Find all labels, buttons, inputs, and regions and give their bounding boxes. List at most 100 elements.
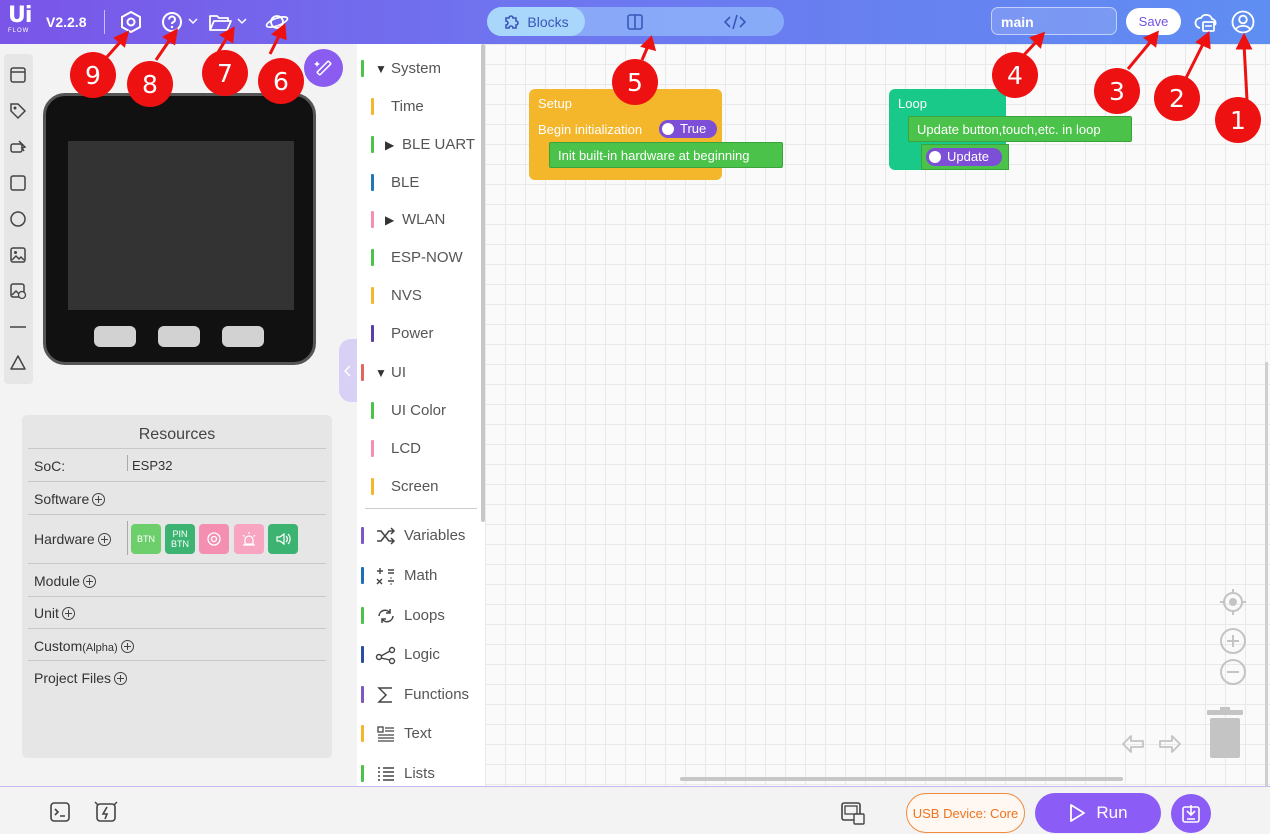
category-power[interactable]: Power	[361, 321, 481, 345]
annotation-6: 6	[258, 58, 304, 104]
add-icon[interactable]	[92, 493, 106, 506]
user-icon[interactable]	[1231, 10, 1255, 34]
workspace-horizontal-scrollbar[interactable]	[680, 777, 1123, 781]
category-lcd[interactable]: LCD	[361, 436, 481, 460]
mode-split-button[interactable]	[585, 7, 685, 36]
usb-device-button[interactable]: USB Device: Core	[906, 793, 1025, 833]
category-system[interactable]: ▼ System	[361, 56, 481, 80]
run-button[interactable]: Run	[1035, 793, 1161, 833]
category-wlan[interactable]: ▶ WLAN	[361, 207, 481, 231]
update-toggle[interactable]: Update	[926, 148, 1002, 166]
window-widget-icon[interactable]	[7, 64, 29, 86]
mode-code-button[interactable]	[685, 7, 784, 36]
zoom-in-icon[interactable]	[1219, 627, 1247, 655]
annotation-4: 4	[992, 52, 1038, 98]
device-screen-icon[interactable]	[840, 801, 866, 825]
folder-icon[interactable]	[208, 10, 232, 34]
update-loop-block[interactable]: Update button,touch,etc. in loop	[908, 116, 1132, 142]
expanded-triangle-icon: ▼	[375, 62, 387, 76]
download-to-device-button[interactable]	[1171, 794, 1211, 833]
cloud-device-icon[interactable]	[1194, 10, 1218, 34]
hardware-btn-chip[interactable]: BTN	[131, 524, 161, 554]
sigma-icon	[377, 687, 392, 703]
hardware-at-chip[interactable]	[199, 524, 229, 554]
category-logic[interactable]: Logic	[361, 642, 481, 666]
hardware-light-chip[interactable]	[234, 524, 264, 554]
play-icon	[1070, 804, 1086, 822]
settings-hex-icon[interactable]	[119, 10, 143, 34]
image-plus-widget-icon[interactable]	[7, 280, 29, 302]
category-variables[interactable]: Variables	[361, 523, 481, 547]
category-functions[interactable]: Functions	[361, 682, 481, 706]
help-icon[interactable]	[160, 10, 184, 34]
collapse-panel-handle[interactable]	[339, 339, 357, 402]
terminal-icon[interactable]	[49, 801, 71, 823]
hardware-pin-btn-chip[interactable]: PIN BTN	[165, 524, 195, 554]
category-text[interactable]: Text	[361, 721, 481, 745]
editor-mode-switch: Blocks	[487, 7, 784, 36]
image-widget-icon[interactable]	[7, 244, 29, 266]
category-ble-uart[interactable]: ▶ BLE UART	[361, 132, 481, 156]
category-time[interactable]: Time	[361, 94, 481, 118]
category-loops[interactable]: Loops	[361, 603, 481, 627]
category-lists[interactable]: Lists	[361, 761, 481, 785]
device-button-c[interactable]	[222, 326, 264, 347]
triangle-widget-icon[interactable]	[7, 352, 29, 374]
add-icon[interactable]	[61, 607, 75, 620]
hardware-speaker-chip[interactable]	[268, 524, 298, 554]
add-icon[interactable]	[82, 575, 96, 588]
project-files-row[interactable]: Project Files	[28, 660, 326, 692]
line-widget-icon[interactable]	[7, 316, 29, 338]
workspace-vertical-scrollbar[interactable]	[1265, 362, 1268, 786]
annotation-8: 8	[127, 61, 173, 107]
device-button-b[interactable]	[158, 326, 200, 347]
flash-device-icon[interactable]	[93, 799, 119, 825]
category-math[interactable]: Math	[361, 563, 481, 587]
device-screen[interactable]	[68, 141, 294, 310]
redo-icon[interactable]	[1156, 733, 1182, 757]
annotation-3: 3	[1094, 68, 1140, 114]
zoom-out-icon[interactable]	[1219, 658, 1247, 686]
software-row[interactable]: Software	[28, 481, 326, 514]
block-workspace[interactable]: Setup Begin initialization True Init bui…	[485, 44, 1270, 786]
update-toggle-block[interactable]: Update	[921, 144, 1009, 170]
setup-toggle[interactable]: True	[659, 120, 717, 138]
device-button-a[interactable]	[94, 326, 136, 347]
undo-icon[interactable]	[1121, 733, 1147, 757]
recenter-icon[interactable]	[1219, 588, 1247, 616]
widget-toolbar	[4, 54, 33, 384]
init-hardware-block[interactable]: Init built-in hardware at beginning	[549, 142, 783, 168]
mode-blocks-button[interactable]: Blocks	[487, 7, 585, 36]
category-screen[interactable]: Screen	[361, 474, 481, 498]
chevron-down-icon[interactable]	[188, 16, 198, 26]
category-nvs[interactable]: NVS	[361, 283, 481, 307]
unit-row[interactable]: Unit	[28, 596, 326, 628]
button-widget-icon[interactable]	[7, 136, 29, 158]
add-icon[interactable]	[114, 672, 128, 685]
chevron-down-icon[interactable]	[237, 16, 247, 26]
category-ui[interactable]: ▼ UI	[361, 360, 481, 384]
add-icon[interactable]	[97, 533, 111, 546]
shuffle-icon	[377, 527, 396, 545]
file-name-field[interactable]: main	[991, 7, 1117, 35]
circle-widget-icon[interactable]	[7, 208, 29, 230]
custom-row[interactable]: Custom(Alpha)	[28, 628, 326, 660]
label-widget-icon[interactable]	[7, 100, 29, 122]
puzzle-icon	[505, 14, 520, 29]
rectangle-widget-icon[interactable]	[7, 172, 29, 194]
category-ble[interactable]: BLE	[361, 170, 481, 194]
chevron-left-icon	[344, 364, 351, 377]
project-files-label: Project Files	[34, 670, 112, 686]
category-esp-now[interactable]: ESP-NOW	[361, 245, 481, 269]
mode-blocks-label: Blocks	[527, 13, 569, 30]
category-ui-color[interactable]: UI Color	[361, 398, 481, 422]
module-row[interactable]: Module	[28, 563, 326, 596]
trash-icon[interactable]	[1205, 707, 1245, 759]
magic-wand-button[interactable]	[304, 49, 343, 87]
save-button[interactable]: Save	[1126, 8, 1181, 35]
annotation-5: 5	[612, 59, 658, 105]
planet-icon[interactable]	[265, 10, 289, 34]
download-device-icon	[1182, 804, 1200, 823]
add-icon[interactable]	[120, 640, 134, 653]
magic-wand-icon	[313, 60, 331, 76]
